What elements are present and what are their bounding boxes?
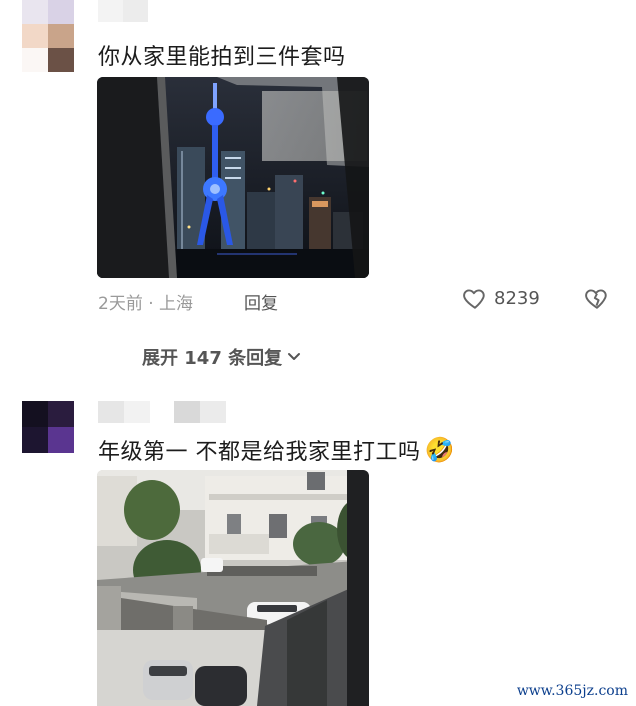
watermark-text: www.365jz.com (512, 682, 632, 700)
username-blurred[interactable] (98, 0, 148, 22)
comment-text-row: 年级第一 不都是给我家里打工吗 🤣 (98, 434, 455, 466)
villa-image (97, 470, 369, 706)
heart-outline-icon (463, 289, 485, 309)
expand-replies-label: 展开 147 条回复 (142, 348, 283, 369)
reply-button[interactable]: 回复 (244, 289, 278, 314)
expand-replies-button[interactable]: 展开 147 条回复 (142, 344, 302, 370)
username-blurred[interactable] (98, 401, 226, 423)
comment-time-location: 2天前 · 上海 (98, 294, 194, 314)
like-count: 8239 (494, 288, 540, 309)
comment-photo-skyline[interactable] (97, 77, 369, 278)
like-button[interactable] (462, 285, 488, 315)
avatar[interactable] (22, 0, 74, 74)
comment-text: 年级第一 不都是给我家里打工吗 (98, 440, 421, 465)
skyline-image (97, 77, 369, 278)
laughing-emoji-icon: 🤣 (424, 436, 455, 464)
dislike-button[interactable] (584, 285, 610, 315)
comment-photo-villa[interactable] (97, 470, 369, 706)
avatar[interactable] (22, 401, 74, 453)
comment-text: 你从家里能拍到三件套吗 (98, 45, 346, 70)
chevron-down-icon (288, 353, 301, 360)
broken-heart-icon (585, 289, 607, 309)
